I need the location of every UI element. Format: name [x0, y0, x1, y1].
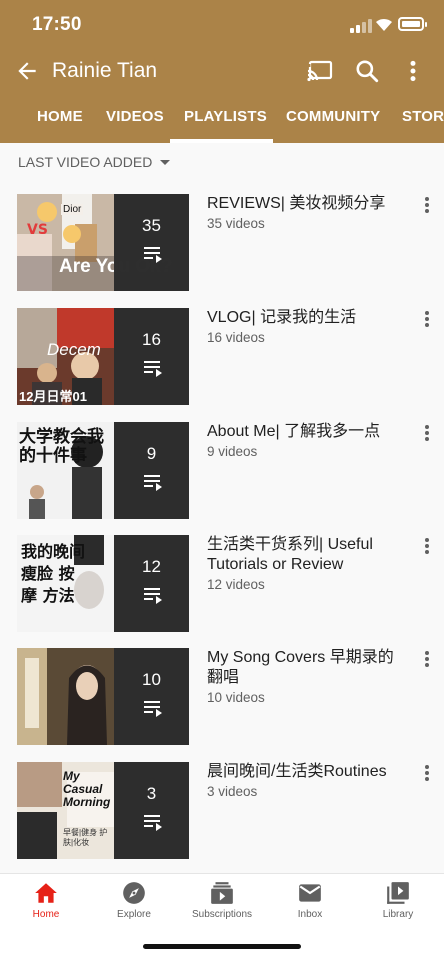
nav-subscriptions-label: Subscriptions [191, 909, 253, 920]
thumbnail-image [17, 648, 114, 745]
video-count-overlay: 10 [142, 670, 161, 689]
battery-icon [398, 17, 427, 31]
thumbnail-badge: 早餐|健身 护肤|化妆 [63, 828, 108, 847]
cast-icon[interactable] [306, 58, 334, 84]
tab-community[interactable]: COMMUNITY [286, 108, 380, 125]
playlist-thumbnail[interactable]: VS Dior Are You Ok? 35 [17, 194, 189, 291]
sort-dropdown[interactable]: LAST VIDEO ADDED [18, 154, 171, 170]
search-icon[interactable] [354, 58, 380, 84]
nav-home-label: Home [32, 909, 60, 920]
playlist-video-count: 10 videos [207, 690, 265, 705]
tab-home[interactable]: HOME [37, 108, 83, 125]
more-options-icon[interactable] [405, 58, 421, 84]
playlist-item[interactable]: 大学教会我的十件事 9 About Me| 了解我多一点 9 videos [0, 422, 444, 532]
playlist-menu-icon[interactable] [424, 765, 430, 781]
playlist-overlay: 35 [114, 194, 189, 291]
playlist-queue-icon [144, 588, 162, 604]
playlist-menu-icon[interactable] [424, 538, 430, 554]
playlist-overlay: 3 [114, 762, 189, 859]
nav-home[interactable]: Home [2, 880, 90, 920]
nav-subscriptions[interactable]: Subscriptions [178, 880, 266, 920]
explore-icon [123, 882, 145, 904]
playlist-overlay: 9 [114, 422, 189, 519]
home-indicator[interactable] [143, 944, 301, 949]
playlist-video-count: 35 videos [207, 216, 265, 231]
playlist-overlay: 12 [114, 535, 189, 632]
playlist-overlay: 10 [114, 648, 189, 745]
playlist-menu-icon[interactable] [424, 197, 430, 213]
thumbnail-caption: 大学教会我的十件事 [19, 427, 104, 466]
tab-videos[interactable]: VIDEOS [106, 108, 164, 125]
nav-inbox-label: Inbox [297, 909, 323, 920]
tab-playlists[interactable]: PLAYLISTS [184, 108, 267, 125]
playlist-title[interactable]: 生活类干货系列| Useful Tutorials or Review [207, 535, 407, 575]
nav-explore[interactable]: Explore [90, 880, 178, 920]
app-bar: Rainie Tian [0, 52, 444, 92]
playlist-thumbnail[interactable]: My Casual Morning 早餐|健身 护肤|化妆 3 [17, 762, 189, 859]
video-count-overlay: 9 [146, 444, 157, 463]
playlist-title[interactable]: 晨间晚间/生活类Routines [207, 762, 407, 782]
playlist-title[interactable]: About Me| 了解我多一点 [207, 422, 407, 442]
subscriptions-icon [211, 882, 233, 904]
library-icon [387, 882, 409, 904]
playlist-menu-icon[interactable] [424, 651, 430, 667]
playlist-title[interactable]: My Song Covers 早期录的翻唱 [207, 648, 407, 688]
back-arrow-icon[interactable] [14, 58, 40, 84]
playlist-item[interactable]: VS Dior Are You Ok? 35 REVIEWS| 美妆视频分享 3… [0, 194, 444, 304]
playlist-queue-icon [144, 475, 162, 491]
active-tab-indicator [170, 139, 273, 143]
playlist-thumbnail[interactable]: 大学教会我的十件事 9 [17, 422, 189, 519]
playlist-video-count: 9 videos [207, 444, 258, 459]
playlist-title[interactable]: REVIEWS| 美妆视频分享 [207, 194, 407, 214]
nav-explore-label: Explore [117, 909, 151, 920]
playlist-item[interactable]: 我的晚间 瘦脸 按摩 方法 12 生活类干货系列| Useful Tutoria… [0, 535, 444, 645]
playlist-item[interactable]: Decem 12月日常01 16 VLOG| 记录我的生活 16 videos [0, 308, 444, 418]
video-count-overlay: 12 [142, 557, 161, 576]
status-bar: 17:50 [0, 0, 444, 52]
video-count-overlay: 16 [142, 330, 161, 349]
playlist-item[interactable]: My Casual Morning 早餐|健身 护肤|化妆 3 晨间晚间/生活类… [0, 762, 444, 872]
wifi-icon [376, 18, 392, 31]
caret-down-icon [160, 159, 171, 165]
svg-text:VS: VS [27, 222, 48, 238]
thumbnail-badge: 12月日常01 [19, 389, 87, 404]
inbox-icon [299, 884, 321, 902]
playlist-queue-icon [144, 361, 162, 377]
channel-tabs: HOME VIDEOS PLAYLISTS COMMUNITY STORI [0, 98, 444, 143]
nav-library[interactable]: Library [354, 880, 442, 920]
playlist-thumbnail[interactable]: 我的晚间 瘦脸 按摩 方法 12 [17, 535, 189, 632]
thumbnail-badge: Dior [61, 204, 84, 215]
playlist-menu-icon[interactable] [424, 425, 430, 441]
playlist-queue-icon [144, 815, 162, 831]
playlist-thumbnail[interactable]: Decem 12月日常01 16 [17, 308, 189, 405]
nav-library-label: Library [382, 909, 414, 920]
channel-title: Rainie Tian [52, 59, 158, 82]
sort-label: LAST VIDEO ADDED [18, 154, 153, 170]
playlist-thumbnail[interactable]: 10 [17, 648, 189, 745]
thumbnail-caption: Decem [47, 340, 101, 359]
playlist-item[interactable]: 10 My Song Covers 早期录的翻唱 10 videos [0, 648, 444, 758]
playlist-title[interactable]: VLOG| 记录我的生活 [207, 308, 407, 328]
video-count-overlay: 35 [142, 216, 161, 235]
playlist-queue-icon [144, 247, 162, 263]
playlist-overlay: 16 [114, 308, 189, 405]
thumbnail-caption: My Casual Morning [63, 769, 111, 809]
playlist-queue-icon [144, 701, 162, 717]
nav-inbox[interactable]: Inbox [266, 880, 354, 920]
channel-header: 17:50 Rainie Tian HOME VIDEOS PLAYLISTS … [0, 0, 444, 143]
playlist-video-count: 16 videos [207, 330, 265, 345]
playlist-video-count: 12 videos [207, 577, 265, 592]
video-count-overlay: 3 [146, 784, 157, 803]
tab-stories[interactable]: STORI [402, 108, 444, 125]
playlist-menu-icon[interactable] [424, 311, 430, 327]
status-time: 17:50 [32, 14, 82, 35]
home-icon [35, 883, 57, 903]
thumbnail-caption: 我的晚间 瘦脸 按摩 方法 [21, 542, 86, 605]
playlist-video-count: 3 videos [207, 784, 258, 799]
cellular-signal-icon [350, 19, 372, 33]
